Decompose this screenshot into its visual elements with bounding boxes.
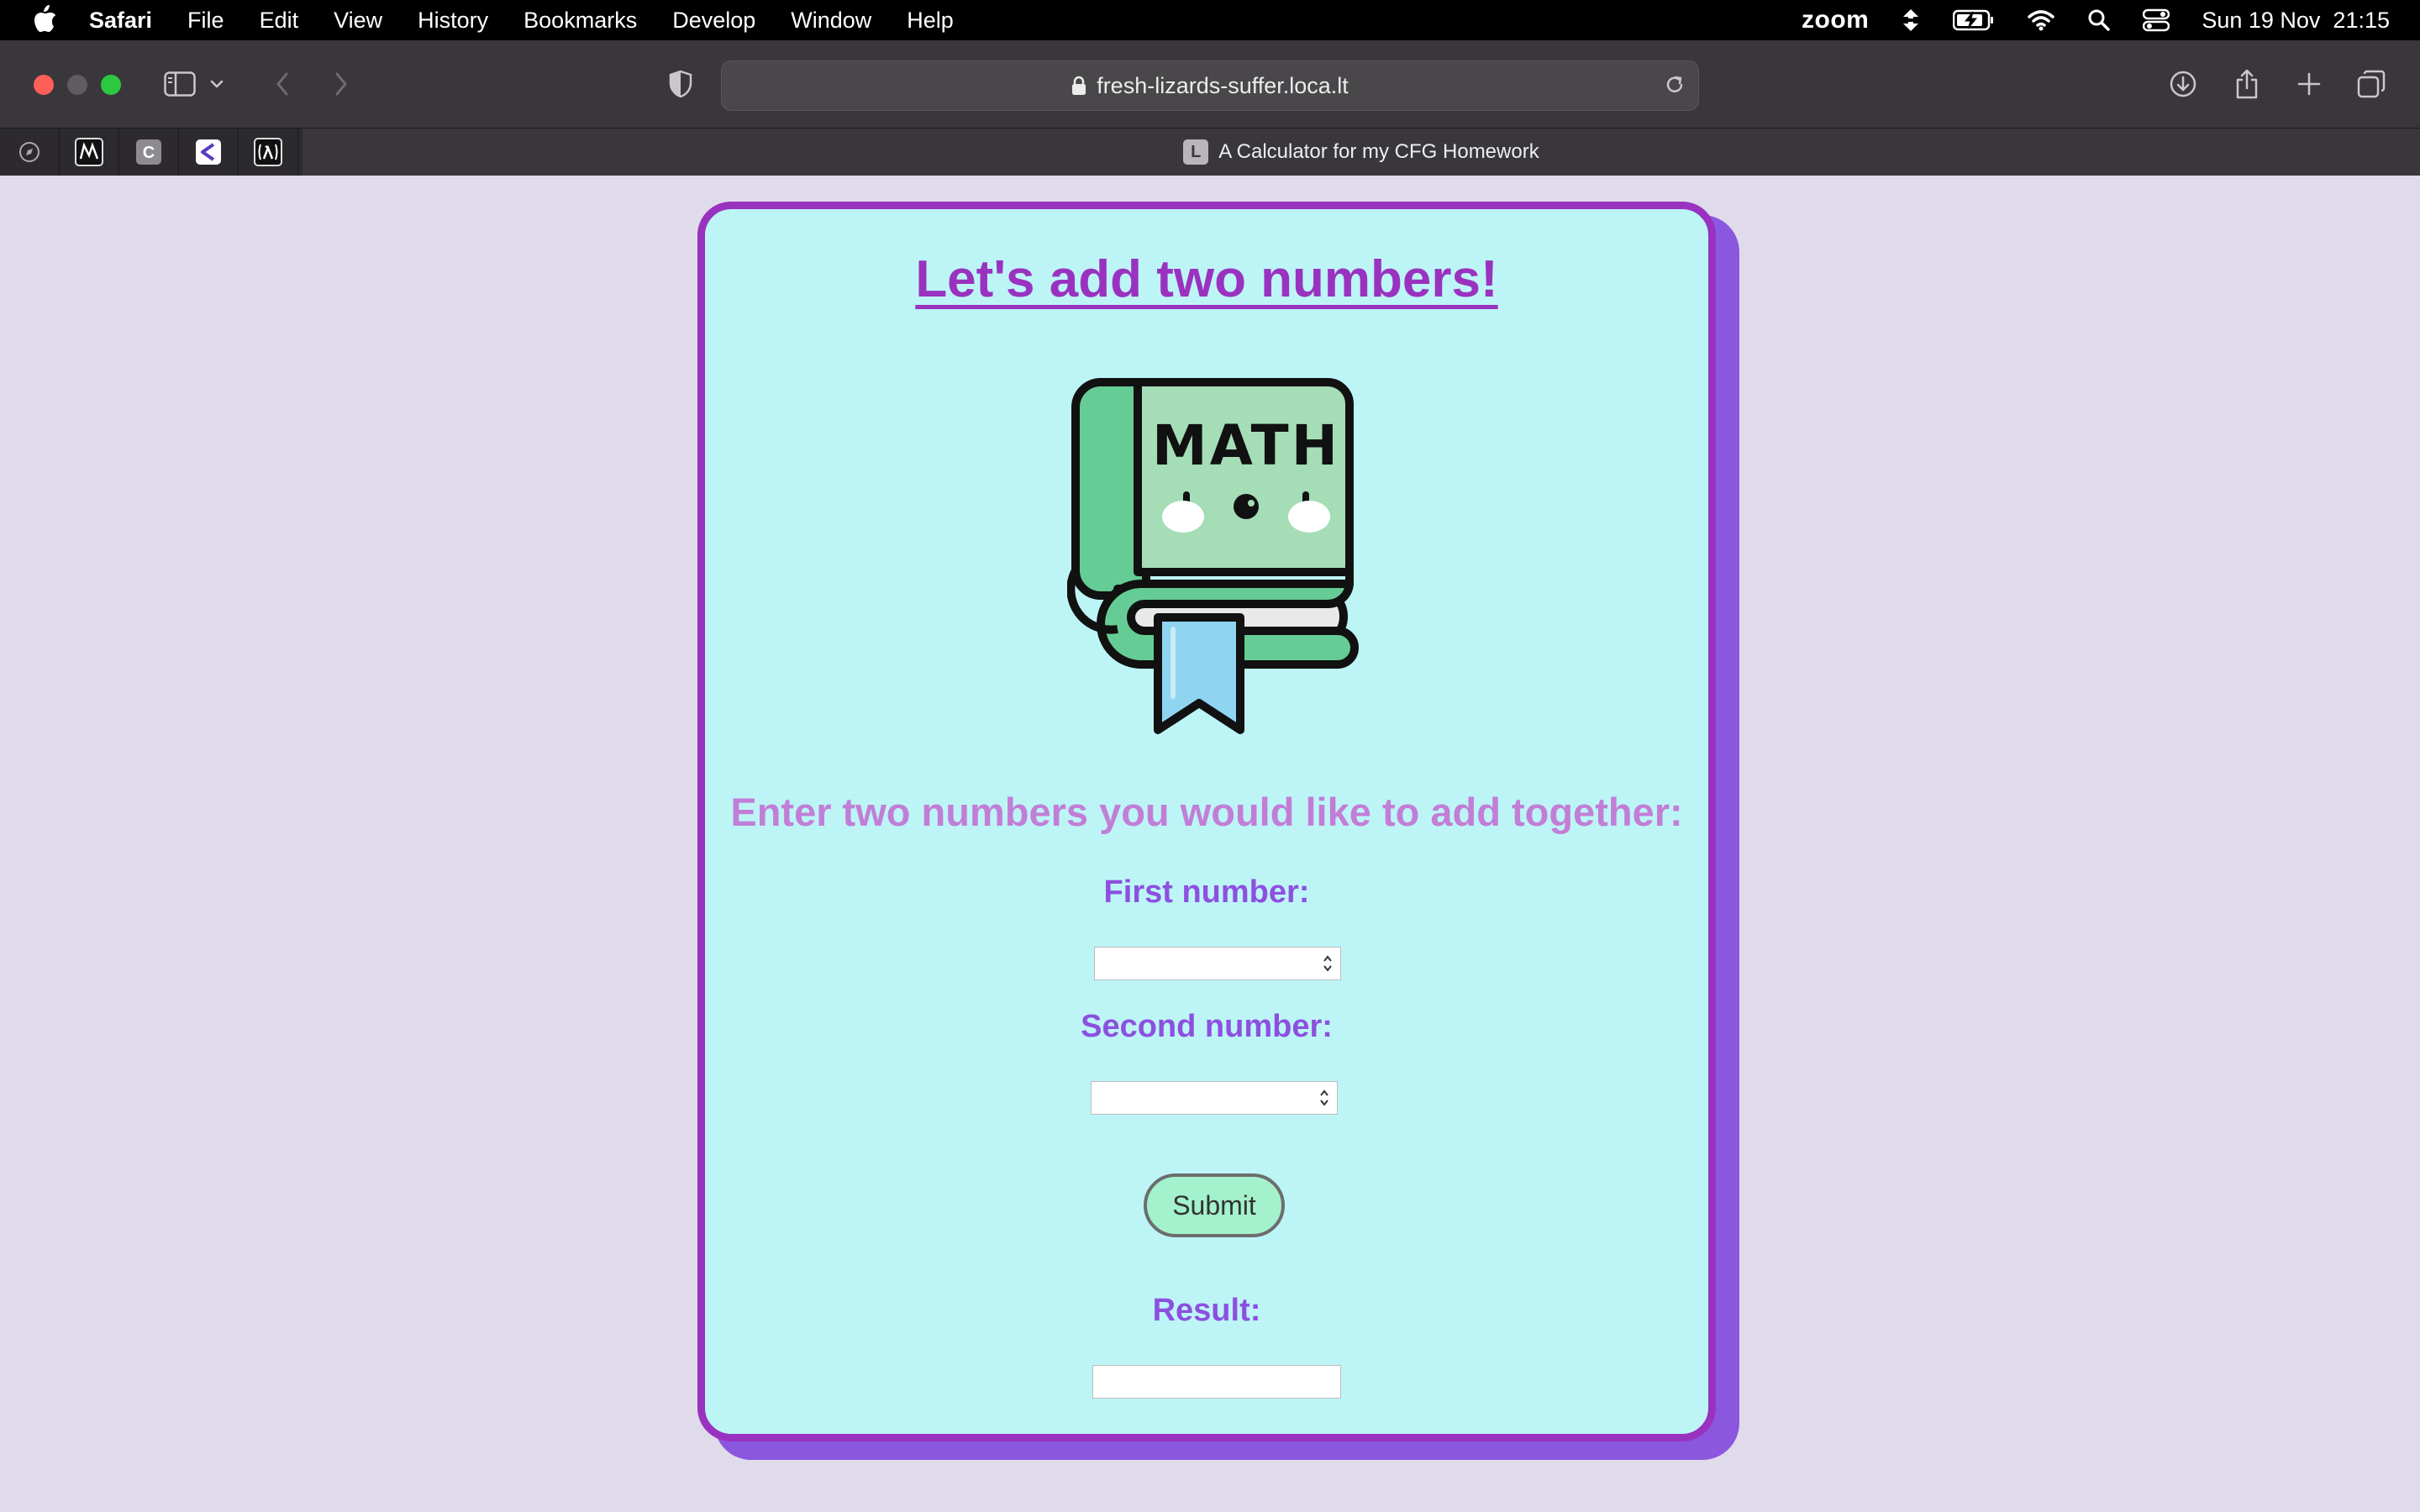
browser-toolbar: fresh-lizards-suffer.loca.lt <box>0 40 2420 128</box>
tab-bar: C L A Calculator for my CFG Homework <box>0 128 2420 176</box>
first-number-label: First number: <box>1103 874 1310 910</box>
page-title: Let's add two numbers! <box>915 250 1498 308</box>
menu-help[interactable]: Help <box>907 8 954 34</box>
menu-window[interactable]: Window <box>791 8 871 34</box>
result-label: Result: <box>1152 1293 1261 1328</box>
menubar-clock[interactable]: Sun 19 Nov 21:15 <box>2202 8 2390 34</box>
lock-icon <box>1072 76 1086 95</box>
tab-overview-icon <box>2357 70 2386 98</box>
stepper-arrows-icon[interactable] <box>1318 1088 1330 1108</box>
privacy-report-button[interactable] <box>662 66 699 102</box>
spotlight-search-icon[interactable] <box>2087 8 2111 32</box>
apple-logo-icon[interactable] <box>30 5 57 35</box>
menu-app-name[interactable]: Safari <box>89 8 152 34</box>
control-center-icon[interactable] <box>2143 8 2170 32</box>
chevron-left-icon <box>276 72 288 96</box>
active-tab[interactable]: L A Calculator for my CFG Homework <box>302 129 2420 176</box>
svg-text:C: C <box>143 144 155 162</box>
compass-icon <box>19 142 39 162</box>
menu-history[interactable]: History <box>418 8 488 34</box>
active-tab-title: A Calculator for my CFG Homework <box>1218 140 1539 163</box>
instruction-text: Enter two numbers you would like to add … <box>730 790 1683 834</box>
menu-view[interactable]: View <box>334 8 382 34</box>
c-logo-icon: C <box>136 139 161 165</box>
close-window-button[interactable] <box>34 75 54 95</box>
zoom-status-item[interactable]: zoom <box>1802 6 1869 34</box>
wifi-icon[interactable] <box>2027 9 2055 31</box>
first-number-input[interactable] <box>1094 947 1341 980</box>
chevron-down-icon <box>210 80 224 88</box>
math-label: MATH <box>1152 413 1340 478</box>
menu-bookmarks[interactable]: Bookmarks <box>523 8 637 34</box>
pinned-tab-4[interactable] <box>179 129 239 176</box>
shield-icon <box>669 70 692 98</box>
pinned-tab-2[interactable] <box>60 129 119 176</box>
sidebar-icon <box>164 71 196 97</box>
menu-file[interactable]: File <box>187 8 224 34</box>
share-icon <box>2236 69 2258 99</box>
chevron-app-icon <box>196 139 221 165</box>
minimize-window-button[interactable] <box>67 75 87 95</box>
second-number-label: Second number: <box>1081 1009 1333 1044</box>
url-text: fresh-lizards-suffer.loca.lt <box>1097 72 1349 98</box>
sidebar-toggle-button[interactable] <box>161 66 198 102</box>
forward-button[interactable] <box>323 66 360 102</box>
tab-overview-button[interactable] <box>2353 66 2390 102</box>
battery-charging-icon[interactable] <box>1953 9 1995 31</box>
lambda-logo-icon <box>254 138 282 166</box>
reload-icon[interactable] <box>1663 73 1686 97</box>
math-book-icon: MATH <box>1067 378 1359 734</box>
tab-group-dropdown[interactable] <box>207 66 227 102</box>
pinned-tab-3[interactable]: C <box>119 129 179 176</box>
downloads-button[interactable] <box>2165 66 2202 102</box>
pinned-tabs: C <box>0 129 298 176</box>
app-menus: Safari File Edit View History Bookmarks … <box>89 0 989 40</box>
menu-edit[interactable]: Edit <box>260 8 299 34</box>
back-button[interactable] <box>264 66 301 102</box>
address-bar[interactable]: fresh-lizards-suffer.loca.lt <box>721 60 1699 111</box>
share-button[interactable] <box>2228 66 2265 102</box>
download-icon <box>2170 71 2196 97</box>
new-tab-button[interactable] <box>2291 66 2328 102</box>
second-number-input[interactable] <box>1091 1081 1338 1115</box>
tab-favicon: L <box>1183 139 1209 165</box>
menu-develop[interactable]: Develop <box>672 8 755 34</box>
m-logo-icon <box>75 138 103 166</box>
plus-icon <box>2297 72 2321 96</box>
calculator-card: Let's add two numbers! MATH Enter two nu… <box>697 202 1716 1441</box>
sync-arrows-icon[interactable] <box>1901 8 1921 33</box>
result-field <box>1092 1365 1341 1399</box>
stepper-arrows-icon[interactable] <box>1322 953 1334 974</box>
pinned-tab-5[interactable] <box>239 129 298 176</box>
status-area: zoom Sun 19 Nov 21:15 <box>1770 0 2390 40</box>
pinned-tab-1[interactable] <box>0 129 60 176</box>
chevron-right-icon <box>335 72 347 96</box>
menu-bar: Safari File Edit View History Bookmarks … <box>0 0 2420 40</box>
fullscreen-window-button[interactable] <box>101 75 121 95</box>
submit-button[interactable]: Submit <box>1144 1173 1285 1237</box>
